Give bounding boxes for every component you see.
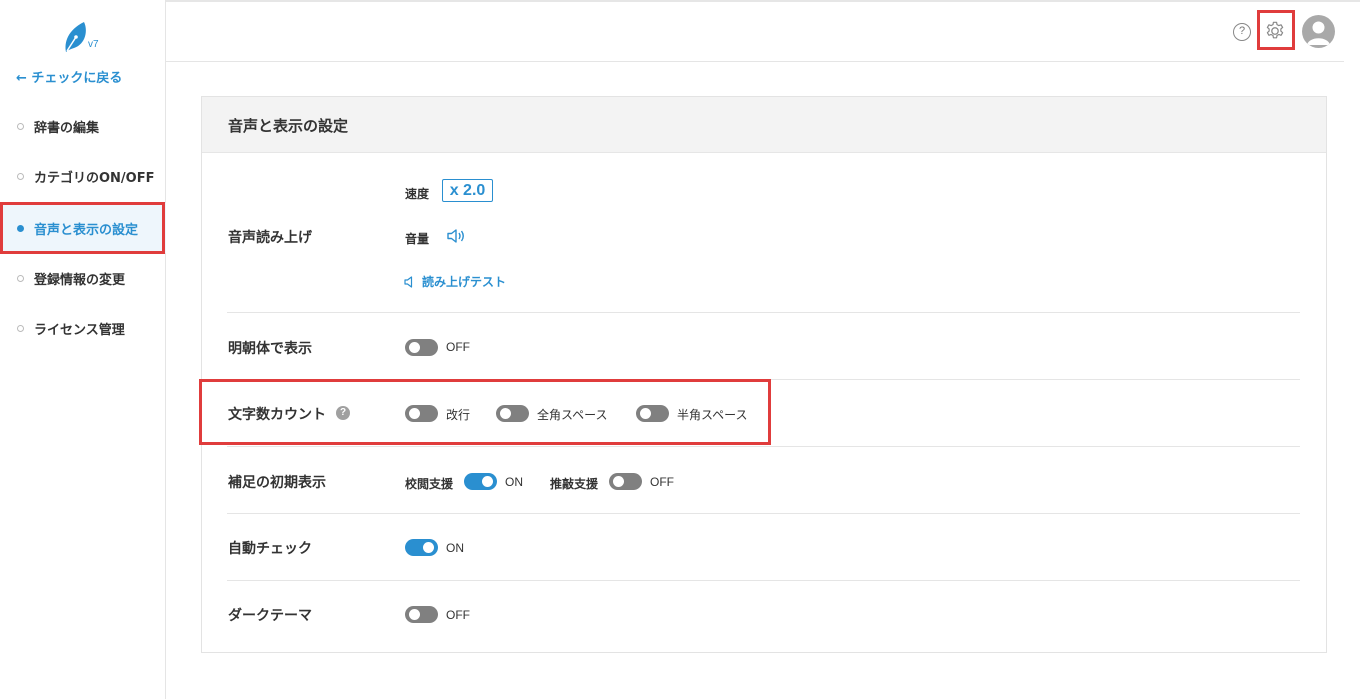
speech-row-label: 音声読み上げ: [228, 230, 312, 246]
mincho-row-label: 明朝体で表示: [228, 341, 312, 357]
toggle-knob: [482, 476, 493, 487]
supplement-row-label: 補足の初期表示: [228, 475, 326, 491]
proofread-state: ON: [505, 475, 523, 489]
avatar[interactable]: [1302, 15, 1335, 48]
auto-check-state: ON: [446, 541, 464, 555]
toggle-knob: [409, 408, 420, 419]
sidebar-item-label: カテゴリのON/OFF: [34, 170, 155, 186]
settings-card: 音声と表示の設定: [201, 96, 1327, 653]
sidebar-item-dictionary[interactable]: 辞書の編集: [0, 101, 166, 151]
read-aloud-test-link[interactable]: 読み上げテスト: [404, 273, 506, 290]
card-title: 音声と表示の設定: [228, 117, 349, 135]
dark-theme-toggle[interactable]: [405, 606, 438, 623]
auto-check-toggle[interactable]: [405, 539, 438, 556]
row-divider: [227, 379, 1300, 380]
user-avatar-icon: [1307, 21, 1330, 45]
sidebar-item-categories[interactable]: カテゴリのON/OFF: [0, 151, 166, 201]
gear-svg: [1266, 21, 1284, 39]
halfwidth-space-label: 半角スペース: [677, 408, 748, 422]
speaker-icon[interactable]: [446, 228, 466, 244]
back-to-check-link[interactable]: ← チェックに戻る: [16, 67, 122, 86]
halfwidth-space-toggle[interactable]: [636, 405, 669, 422]
sidebar-item-label: 音声と表示の設定: [34, 222, 139, 238]
toggle-knob: [423, 542, 434, 553]
help-icon[interactable]: ?: [1233, 23, 1251, 41]
speed-value-button[interactable]: x 2.0: [442, 179, 493, 202]
toggle-knob: [640, 408, 651, 419]
top-header: [166, 2, 1344, 62]
speaker-svg: [447, 229, 464, 243]
newline-toggle[interactable]: [405, 405, 438, 422]
question-icon[interactable]: ?: [336, 406, 350, 420]
mincho-state: OFF: [446, 340, 470, 354]
speaker-small-icon: [404, 275, 413, 288]
toggle-knob: [613, 476, 624, 487]
mincho-toggle[interactable]: [405, 339, 438, 356]
dark-theme-row-label: ダークテーマ: [228, 608, 312, 624]
proofread-toggle[interactable]: [464, 473, 497, 490]
auto-check-row-label: 自動チェック: [228, 541, 312, 557]
read-aloud-test-label: 読み上げテスト: [422, 275, 507, 289]
sidebar-item-label: ライセンス管理: [34, 322, 125, 338]
logo-version: v7: [88, 39, 99, 50]
nav-dot-icon: [17, 122, 24, 130]
toggle-knob: [500, 408, 511, 419]
polish-label: 推敲支援: [550, 477, 599, 491]
polish-state: OFF: [650, 475, 674, 489]
card-header: 音声と表示の設定: [202, 97, 1326, 153]
newline-label: 改行: [446, 408, 471, 422]
sidebar-item-account[interactable]: 登録情報の変更: [0, 253, 166, 303]
sidebar-item-voice-display[interactable]: 音声と表示の設定: [0, 203, 166, 253]
toggle-knob: [409, 342, 420, 353]
nav-dot-icon: [17, 274, 24, 282]
polish-toggle[interactable]: [609, 473, 642, 490]
volume-label: 音量: [405, 232, 430, 246]
row-divider: [227, 513, 1300, 514]
row-divider: [227, 446, 1300, 447]
sidebar: v7 ← チェックに戻る 辞書の編集 カテゴリのON/OFF 音声と表示の設定 …: [0, 0, 166, 699]
row-divider: [227, 580, 1300, 581]
nav-dot-icon: [17, 224, 24, 232]
row-divider: [227, 312, 1300, 313]
sidebar-item-license[interactable]: ライセンス管理: [0, 303, 166, 353]
fullwidth-space-toggle[interactable]: [496, 405, 529, 422]
dark-theme-state: OFF: [446, 608, 470, 622]
sidebar-item-label: 辞書の編集: [34, 120, 100, 136]
nav-dot-icon: [17, 172, 24, 180]
sidebar-item-label: 登録情報の変更: [34, 272, 126, 288]
nav-dot-icon: [17, 324, 24, 332]
toggle-knob: [409, 609, 420, 620]
fullwidth-space-label: 全角スペース: [537, 408, 608, 422]
speed-label: 速度: [405, 187, 430, 201]
proofread-label: 校閲支援: [405, 477, 454, 491]
app-logo[interactable]: v7: [62, 20, 102, 56]
gear-icon[interactable]: [1264, 20, 1286, 42]
char-count-row-label: 文字数カウント: [228, 407, 326, 423]
